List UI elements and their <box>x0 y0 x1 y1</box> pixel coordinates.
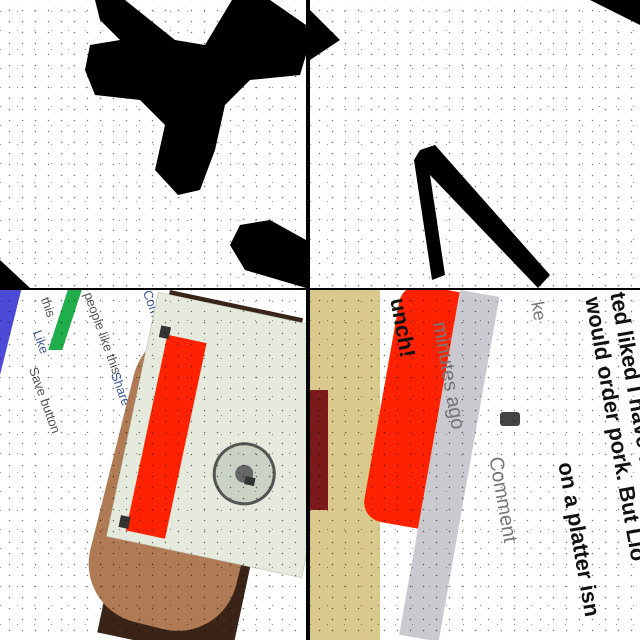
save-button[interactable]: Save button <box>26 365 64 435</box>
photo-edge-dark <box>310 390 328 510</box>
like-fragment[interactable]: ke <box>526 300 550 322</box>
people-like-text: people like this <box>80 290 125 376</box>
tile-zoomed-caret: ^ <box>310 0 640 288</box>
tile-feed-post: unch! minutes ago ke Comment ted liked I… <box>310 290 640 640</box>
floppy-disk-image <box>105 291 306 579</box>
comment-button[interactable]: Comment <box>483 455 521 544</box>
caret-icon <box>310 0 640 288</box>
tile-feed-photo: this Like Save button people like this C… <box>0 290 306 640</box>
feed-snippet-this: this <box>37 295 59 320</box>
blue-bar <box>0 290 22 380</box>
tile-zoomed-glyph <box>0 0 306 288</box>
like-link[interactable]: Like <box>30 328 52 356</box>
comment-icon[interactable] <box>500 412 520 426</box>
post-text-line-3: on a platter isn <box>553 460 606 619</box>
zoomed-glyph-icon <box>0 0 306 288</box>
